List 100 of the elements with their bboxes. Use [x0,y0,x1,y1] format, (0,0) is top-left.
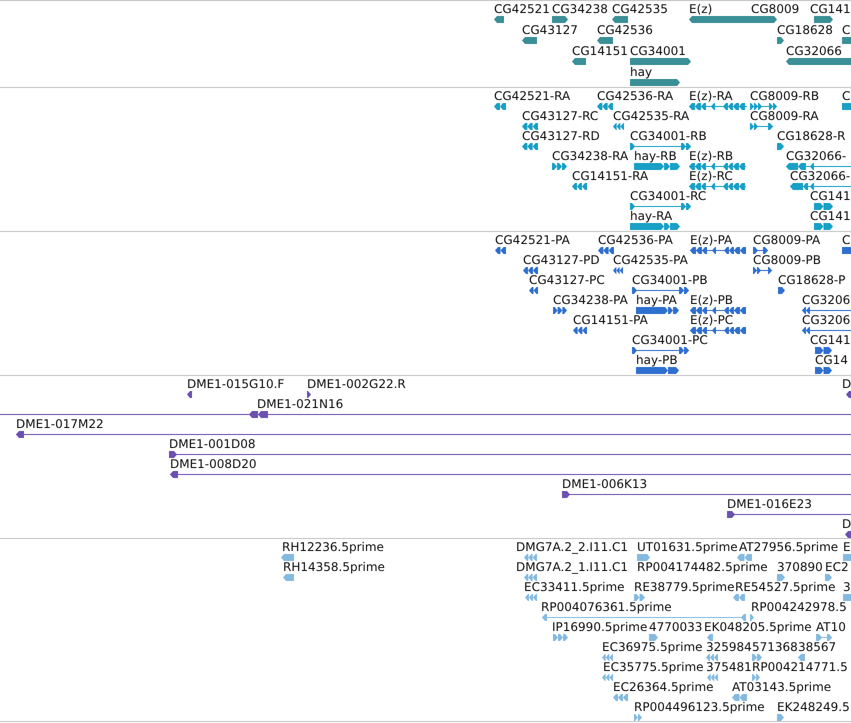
feature-label: CG34001-RC [630,189,706,203]
feature-label: CG14 [815,353,848,367]
feature-arrow-icon[interactable] [749,16,777,23]
feature-label: DME1-006K13 [562,477,648,491]
feature-label: CG8009-PB [753,253,822,267]
feature-arrow-icon[interactable] [598,247,614,254]
feature-label: CG34001 [630,44,686,58]
feature-label: CG8009-RA [750,109,819,123]
feature-label: RE54527.5prime [735,580,836,594]
feature-arrow-icon[interactable] [814,16,833,23]
feature-label: AT27956.5prime [739,540,838,554]
feature-label: E(z)-RA [689,89,733,103]
feature-label: CG34238 [552,2,608,16]
feature-label: DME1-017M22 [16,417,104,431]
feature-arrow-icon[interactable] [815,367,832,374]
feature-label: hay-RB [634,149,677,163]
feature-arrow-icon[interactable] [552,16,568,23]
feature-arrow-icon[interactable] [597,37,613,44]
feature-label: DME1-015G10.F [187,377,284,391]
feature-label: RE38779.5prime [634,580,734,594]
feature-arrow-icon[interactable] [778,287,785,294]
feature-arrow-icon[interactable] [523,267,538,274]
feature-label: RP004214771.5 [752,660,848,674]
feature-label: CG42521 [494,2,550,16]
feature-label: EK048205.5prime [704,620,812,634]
feature-label: RP004174482.5prime [637,560,768,574]
feature-arrow-icon[interactable] [573,327,587,334]
feature-label: CG18628-R [777,129,846,143]
feature-arrow-icon[interactable] [495,247,506,254]
feature-label: CG32066- [790,169,850,183]
feature-label: 38567 [798,640,836,654]
feature-arrow-icon[interactable] [572,58,586,65]
feature-arrow-icon[interactable] [613,267,623,274]
feature-label: CG3206 [802,313,850,327]
feature-label: E(z)-RC [689,169,733,183]
feature-label: 571368 [752,640,798,654]
feature-label: CG14151 [572,44,628,58]
feature-arrow-icon[interactable] [846,391,851,398]
feature-label: CG43127-PD [523,253,600,267]
feature-label: RH12236.5prime [282,540,384,554]
feature-label: RP004242978.5 [751,600,847,614]
feature-label: EK248249.5 [777,700,850,714]
feature-arrow-icon[interactable] [522,123,538,130]
feature-arrow-icon[interactable] [553,307,567,314]
feature-label: CG42535 [612,2,668,16]
feature-arrow-icon[interactable] [597,103,613,110]
feature-label: CG43127-PC [529,273,605,287]
feature-arrow-icon[interactable] [636,367,679,374]
feature-label: DME1-008D20 [170,457,257,471]
feature-arrow-icon[interactable] [187,391,192,398]
feature-label: CG141 [810,209,851,223]
feature-arrow-icon[interactable] [572,183,587,190]
feature-line[interactable] [170,471,851,478]
feature-line[interactable] [169,451,851,458]
feature-label: CG42521-RA [494,89,570,103]
feature-arrow-icon[interactable] [814,203,833,210]
feature-line[interactable] [562,491,851,498]
feature-arrow-icon[interactable] [814,223,833,230]
feature-arrow-icon[interactable] [777,143,784,150]
feature-line[interactable] [727,511,851,518]
feature-label: E(z)-PB [690,293,734,307]
feature-arrow-icon[interactable] [522,143,538,150]
feature-label: EC26364.5prime [613,680,714,694]
feature-label: hay [630,65,652,79]
feature-label: CG34238-RA [552,149,628,163]
feature-label: CG32066- [786,149,846,163]
feature-line[interactable] [16,431,851,438]
feature-arrow-icon[interactable] [630,223,680,230]
feature-label: CG14151-PA [573,313,648,327]
feature-arrow-icon[interactable] [630,79,680,86]
feature-label: CG43127 [522,23,578,37]
feature-arrow-icon[interactable] [522,37,537,44]
feature-label: CG43127-RC [522,109,598,123]
feature-arrow-icon[interactable] [845,531,851,538]
feature-label: CG42535-PA [613,253,688,267]
feature-arrow-icon[interactable] [777,37,784,44]
feature-label: CG42536-RA [597,89,674,103]
feature-label: 375481 [706,660,752,674]
feature-arrow-icon[interactable] [307,391,311,398]
feature-label: CG34001-PC [632,333,708,347]
feature-label: C [842,89,850,103]
feature-line[interactable] [0,411,851,418]
feature-label: DME1-002G22.R [307,377,406,391]
feature-label: CG32066 [786,44,842,58]
feature-label: D [842,377,851,391]
feature-arrow-icon[interactable] [494,103,506,110]
feature-arrow-icon[interactable] [636,307,679,314]
feature-label: C [842,23,850,37]
feature-label: AT10 [816,620,846,634]
feature-label: 325984 [706,640,752,654]
feature-arrow-icon[interactable] [612,16,628,23]
feature-label: CG8009-RB [750,89,820,103]
feature-label: DME1-001D08 [169,437,256,451]
feature-arrow-icon[interactable] [815,347,832,354]
feature-arrow-icon[interactable] [494,16,504,23]
feature-label: CG43127-RD [522,129,600,143]
feature-arrow-icon[interactable] [552,163,567,170]
feature-arrow-icon[interactable] [634,163,680,170]
feature-arrow-icon[interactable] [529,287,538,294]
feature-arrow-icon[interactable] [613,123,624,130]
